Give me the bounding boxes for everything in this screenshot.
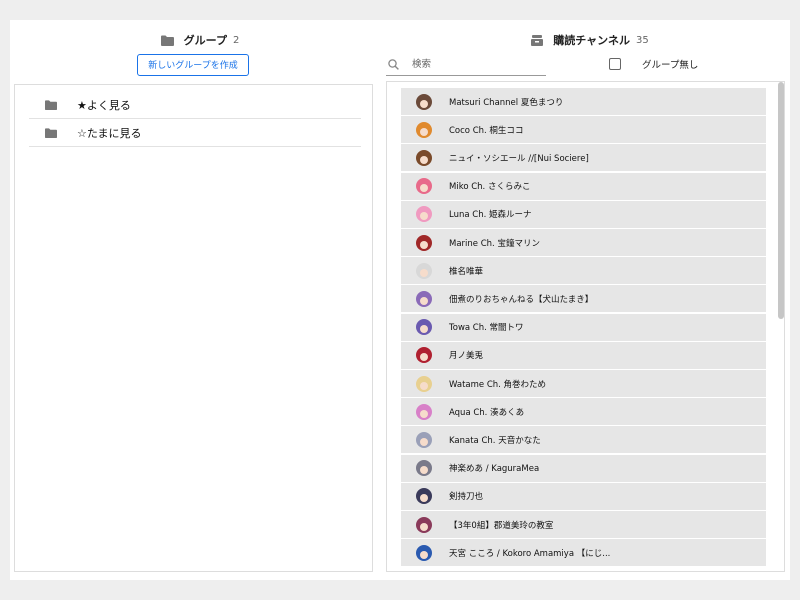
search-input[interactable] <box>410 57 534 71</box>
folder-icon <box>160 31 174 50</box>
no-group-label: グループ無し <box>642 60 699 71</box>
channel-row[interactable]: 月ノ美兎 <box>401 341 766 369</box>
groups-header: グループ 2 <box>10 30 390 50</box>
channel-name: Marine Ch. 宝鐘マリン <box>449 238 540 249</box>
group-label: ★よく見る <box>77 98 131 112</box>
channel-row[interactable]: Aqua Ch. 湊あくあ <box>401 398 766 426</box>
channel-name: Matsuri Channel 夏色まつり <box>449 97 564 108</box>
subscription-manager-panel: グループ 2 新しいグループを作成 ★よく見る ☆たまに見る 購読チャンネル 3… <box>10 20 790 580</box>
channel-name: 【3年0組】郡道美玲の教室 <box>449 520 554 531</box>
avatar <box>416 516 432 533</box>
channel-row[interactable]: 佃煮のりおちゃんねる【犬山たまき】 <box>401 285 766 313</box>
avatar <box>416 206 432 223</box>
channel-name: Watame Ch. 角巻わため <box>449 379 547 390</box>
scrollbar-thumb[interactable] <box>778 82 784 319</box>
channel-name: 椎名唯華 <box>449 266 484 277</box>
search-field <box>386 53 546 76</box>
channel-name: 佃煮のりおちゃんねる【犬山たまき】 <box>449 294 594 305</box>
channel-name: 神楽めあ / KaguraMea <box>449 464 540 475</box>
no-group-filter[interactable]: グループ無し <box>609 56 698 72</box>
channel-name: Luna Ch. 姫森ルーナ <box>449 210 532 221</box>
channel-list[interactable]: 天宮 こころ / Kokoro Amamiya 【にじ... 【3年0組】郡道美玲… <box>386 81 785 572</box>
channel-row[interactable]: 天宮 こころ / Kokoro Amamiya 【にじ... <box>401 539 766 567</box>
channel-row[interactable]: Watame Ch. 角巻わため <box>401 370 766 397</box>
channel-name: Miko Ch. さくらみこ <box>449 182 531 193</box>
channel-row[interactable]: 椎名唯華 <box>401 257 766 285</box>
channel-row[interactable]: 剣持刀也 <box>401 482 766 510</box>
inbox-icon <box>531 31 544 50</box>
avatar <box>416 375 432 392</box>
avatar <box>416 93 432 110</box>
subscriptions-header: 購読チャンネル 35 <box>390 30 790 50</box>
search-icon <box>388 55 399 74</box>
channel-name: Coco Ch. 桐生ココ <box>449 125 524 136</box>
channel-row[interactable]: Towa Ch. 常闇トワ <box>401 313 766 341</box>
subscriptions-title: 購読チャンネル <box>553 34 630 47</box>
avatar <box>416 121 432 138</box>
channel-row[interactable]: Miko Ch. さくらみこ <box>401 172 766 200</box>
groups-title: グループ <box>183 34 227 47</box>
group-label: ☆たまに見る <box>77 126 142 140</box>
channel-row[interactable]: Luna Ch. 姫森ルーナ <box>401 200 766 228</box>
subscriptions-count: 35 <box>635 34 649 46</box>
folder-icon <box>45 95 57 114</box>
group-item[interactable]: ☆たまに見る <box>29 119 361 147</box>
channel-name: 月ノ美兎 <box>449 351 484 362</box>
channel-row[interactable]: 神楽めあ / KaguraMea <box>401 454 766 482</box>
channel-row[interactable]: Kanata Ch. 天音かなた <box>401 426 766 454</box>
groups-list: ★よく見る ☆たまに見る <box>14 84 373 572</box>
avatar <box>416 544 432 561</box>
channel-name: Aqua Ch. 湊あくあ <box>449 407 525 418</box>
avatar <box>416 403 432 420</box>
no-group-checkbox[interactable] <box>609 58 621 70</box>
avatar <box>416 347 432 364</box>
avatar <box>416 319 432 336</box>
channel-row[interactable]: ニュイ・ソシエール //[Nui Sociere] <box>401 144 766 172</box>
avatar <box>416 234 432 251</box>
new-group-button[interactable]: 新しいグループを作成 <box>137 54 249 76</box>
avatar <box>416 431 432 448</box>
group-item[interactable]: ★よく見る <box>29 91 361 119</box>
avatar <box>416 262 432 279</box>
channel-name: 天宮 こころ / Kokoro Amamiya 【にじ... <box>449 548 611 559</box>
channel-row[interactable]: Matsuri Channel 夏色まつり <box>401 88 766 115</box>
avatar <box>416 290 432 307</box>
folder-icon <box>45 123 57 142</box>
channel-row[interactable]: 【3年0組】郡道美玲の教室 <box>401 511 766 538</box>
avatar <box>416 460 432 477</box>
channel-name: 剣持刀也 <box>449 492 484 503</box>
channel-name: Kanata Ch. 天音かなた <box>449 435 541 446</box>
channel-name: Towa Ch. 常闇トワ <box>449 323 524 334</box>
avatar <box>416 149 432 166</box>
avatar <box>416 488 432 505</box>
channel-row[interactable]: Coco Ch. 桐生ココ <box>401 116 766 144</box>
channel-name: ニュイ・ソシエール //[Nui Sociere] <box>449 153 589 164</box>
groups-count: 2 <box>232 34 240 46</box>
channel-row[interactable]: Marine Ch. 宝鐘マリン <box>401 229 766 256</box>
avatar <box>416 178 432 195</box>
